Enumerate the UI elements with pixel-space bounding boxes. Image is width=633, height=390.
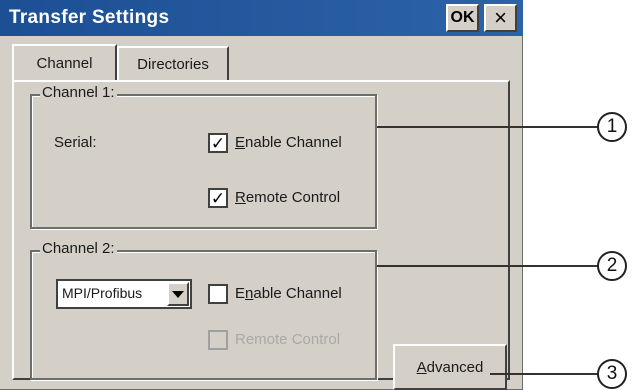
ok-button[interactable]: OK <box>446 4 479 32</box>
callout-3: 3 <box>597 359 627 389</box>
channel2-protocol-select[interactable]: MPI/Profibus <box>56 279 192 309</box>
channel2-enable-prefix: E <box>235 285 246 302</box>
channel1-enable-text: nable Channel <box>245 134 342 151</box>
channel2-legend: Channel 2: <box>40 240 117 257</box>
channel2-remote-label: Remote Control <box>235 331 341 348</box>
close-button[interactable]: × <box>484 4 517 32</box>
advanced-button[interactable]: Advanced <box>393 344 507 390</box>
channel2-remote-checkbox <box>208 330 228 350</box>
callout-3-line <box>490 373 599 375</box>
window-title: Transfer Settings <box>9 7 170 28</box>
callout-2-line <box>377 265 599 267</box>
transfer-settings-dialog: Transfer Settings OK × Channel Directori… <box>0 0 523 390</box>
tab-channel[interactable]: Channel <box>12 44 117 80</box>
chevron-down-icon <box>172 290 184 298</box>
channel2-enable-checkbox[interactable] <box>208 284 228 304</box>
callout-1-line <box>377 126 599 128</box>
checkmark-icon: ✓ <box>210 188 226 208</box>
channel1-legend: Channel 1: <box>40 84 117 101</box>
channel1-enable-mnemonic: E <box>235 134 246 151</box>
dropdown-button[interactable] <box>167 282 189 306</box>
channel1-group: Channel 1: <box>30 84 377 229</box>
channel1-enable-checkbox[interactable]: ✓ <box>208 133 228 153</box>
channel1-enable-label[interactable]: Enable Channel <box>235 134 342 151</box>
tab-directories-label: Directories <box>137 55 209 73</box>
channel1-remote-mnemonic: R <box>235 189 246 206</box>
tab-channel-label: Channel <box>36 54 93 72</box>
channel2-enable-text: able Channel <box>253 285 342 302</box>
channel2-protocol-value: MPI/Profibus <box>62 285 143 301</box>
serial-label: Serial: <box>54 134 97 151</box>
callout-2: 2 <box>597 251 627 281</box>
advanced-mnemonic: A <box>416 358 427 376</box>
title-bar: Transfer Settings OK × <box>0 0 523 36</box>
tab-directories[interactable]: Directories <box>117 46 229 80</box>
channel2-group: Channel 2: <box>30 240 377 380</box>
channel2-enable-label[interactable]: Enable Channel <box>235 285 342 302</box>
channel1-remote-label[interactable]: Remote Control <box>235 189 340 206</box>
callout-1: 1 <box>597 112 627 142</box>
channel1-remote-checkbox[interactable]: ✓ <box>208 188 228 208</box>
channel1-remote-text: emote Control <box>245 189 341 206</box>
close-icon: × <box>494 5 507 30</box>
checkmark-icon: ✓ <box>210 133 226 153</box>
advanced-text: dvanced <box>426 358 484 376</box>
